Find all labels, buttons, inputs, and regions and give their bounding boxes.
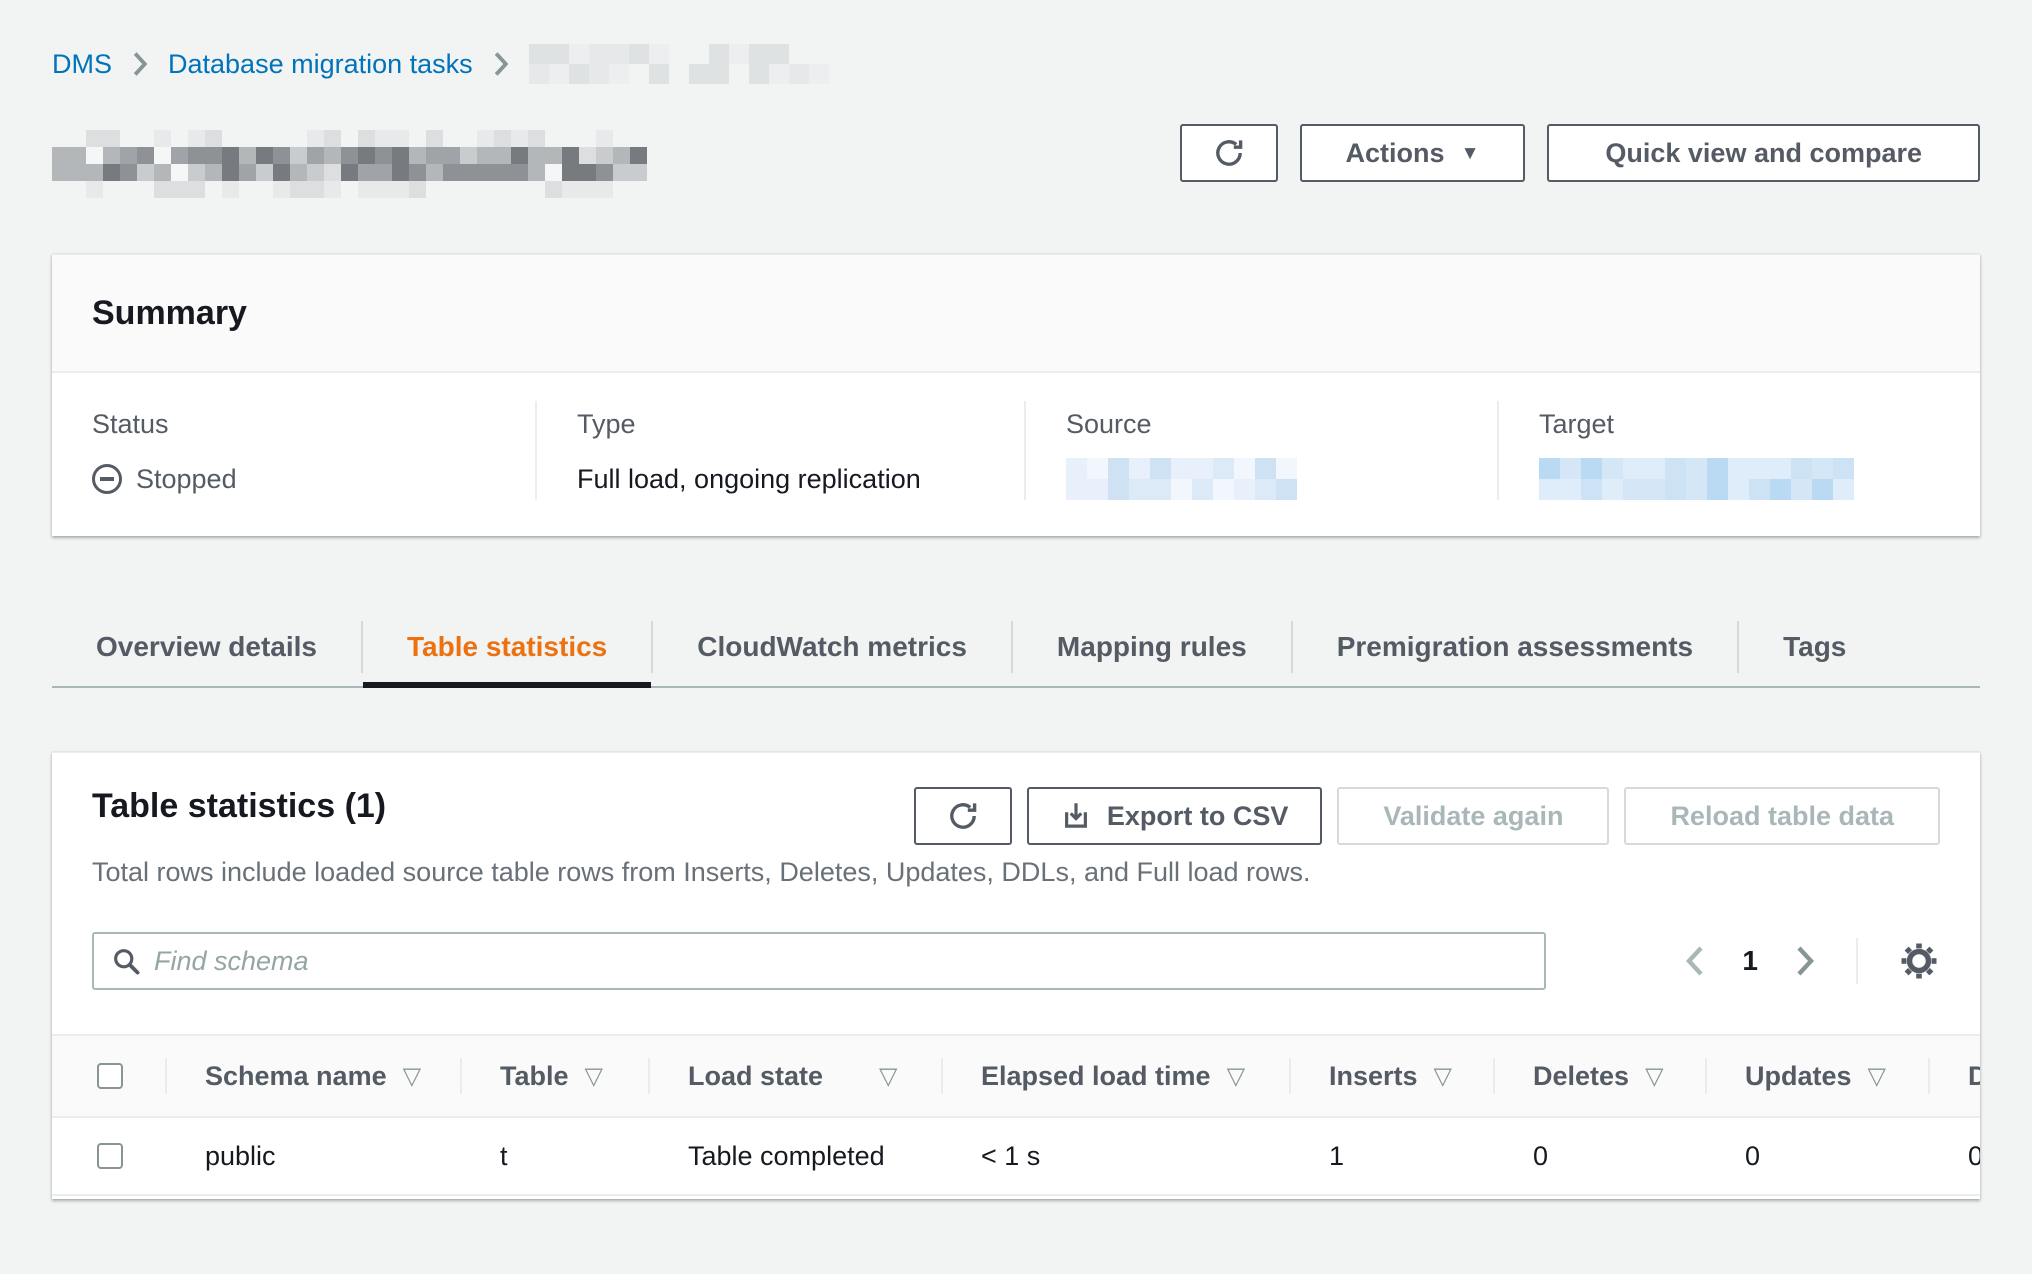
- type-label: Type: [577, 409, 1024, 440]
- refresh-button[interactable]: [1180, 124, 1278, 182]
- reload-table-data-button[interactable]: Reload table data: [1624, 787, 1940, 845]
- column-header-updates[interactable]: Updates ▽: [1705, 1034, 1928, 1118]
- breadcrumb-link-tasks[interactable]: Database migration tasks: [168, 49, 473, 80]
- gear-icon: [1898, 940, 1940, 982]
- sort-icon: ▽: [1645, 1062, 1663, 1091]
- validate-again-button[interactable]: Validate again: [1337, 787, 1609, 845]
- sort-icon: ▽: [1227, 1062, 1245, 1091]
- row-select-cell: [52, 1118, 165, 1196]
- header-actions: Actions ▼ Quick view and compare: [1180, 124, 1980, 182]
- refresh-icon: [947, 800, 979, 832]
- target-label: Target: [1539, 409, 1980, 440]
- sort-icon: ▽: [879, 1062, 897, 1091]
- source-label: Source: [1066, 409, 1497, 440]
- pagination: 1: [1684, 938, 1940, 984]
- summary-title: Summary: [92, 294, 247, 333]
- export-to-csv-label: Export to CSV: [1107, 801, 1289, 832]
- chevron-right-icon: [1794, 945, 1816, 977]
- cell-inserts: 1: [1289, 1118, 1493, 1196]
- table-tools-row: 1: [92, 932, 1940, 990]
- table-statistics-panel: Table statistics (1): [52, 752, 1980, 1199]
- quick-view-compare-label: Quick view and compare: [1605, 138, 1922, 169]
- status-badge: Stopped: [92, 464, 237, 495]
- next-page-button[interactable]: [1794, 945, 1816, 977]
- cell-deletes: 0: [1493, 1118, 1705, 1196]
- summary-col-target: Target: [1497, 401, 1980, 500]
- schema-search-box: [92, 932, 1546, 990]
- summary-col-type: Type Full load, ongoing replication: [535, 401, 1024, 500]
- summary-body: Status Stopped Type Full load, ongoing r…: [52, 373, 1980, 536]
- sort-icon: ▽: [403, 1062, 421, 1091]
- breadcrumb: DMS Database migration tasks: [0, 0, 2032, 84]
- download-icon: [1061, 801, 1091, 831]
- column-header-ddls[interactable]: DDLs ▽: [1928, 1034, 1980, 1118]
- column-header-schema-name[interactable]: Schema name ▽: [165, 1034, 460, 1118]
- breadcrumb-link-dms[interactable]: DMS: [52, 49, 112, 80]
- chevron-down-icon: ▼: [1461, 144, 1480, 163]
- summary-panel: Summary Status Stopped Type Full load, o…: [52, 254, 1980, 536]
- cell-elapsed-load-time: < 1 s: [941, 1118, 1289, 1196]
- cell-updates: 0: [1705, 1118, 1928, 1196]
- reload-table-data-label: Reload table data: [1670, 801, 1894, 832]
- page-title-redacted: [52, 130, 647, 198]
- actions-button-label: Actions: [1346, 138, 1445, 169]
- sort-icon: ▽: [1434, 1062, 1452, 1091]
- summary-panel-header: Summary: [52, 255, 1980, 373]
- search-icon: [112, 947, 140, 975]
- refresh-icon: [1213, 137, 1245, 169]
- table-statistics-description: Total rows include loaded source table r…: [92, 857, 1940, 888]
- status-value: Stopped: [136, 464, 237, 495]
- quick-view-compare-button[interactable]: Quick view and compare: [1547, 124, 1980, 182]
- cell-table: t: [460, 1118, 648, 1196]
- type-value: Full load, ongoing replication: [577, 458, 1024, 500]
- pagination-divider: [1856, 938, 1858, 984]
- search-input[interactable]: [154, 946, 1526, 977]
- source-link-redacted[interactable]: [1066, 458, 1297, 500]
- cell-ddls: 0: [1928, 1118, 1980, 1196]
- tab-table-statistics[interactable]: Table statistics: [363, 608, 651, 686]
- column-header-inserts[interactable]: Inserts ▽: [1289, 1034, 1493, 1118]
- table-refresh-button[interactable]: [914, 787, 1012, 845]
- target-link-redacted[interactable]: [1539, 458, 1854, 500]
- previous-page-button[interactable]: [1684, 945, 1706, 977]
- cell-schema-name: public: [165, 1118, 460, 1196]
- column-header-elapsed-load-time[interactable]: Elapsed load time ▽: [941, 1034, 1289, 1118]
- export-to-csv-button[interactable]: Export to CSV: [1027, 787, 1323, 845]
- table-preferences-button[interactable]: [1898, 940, 1940, 982]
- page-header: Actions ▼ Quick view and compare: [52, 124, 1980, 198]
- current-page-number: 1: [1742, 945, 1758, 977]
- breadcrumb-current-redacted: [529, 44, 829, 84]
- tab-tags[interactable]: Tags: [1739, 608, 1890, 686]
- status-label: Status: [92, 409, 535, 440]
- table-statistics-head: Table statistics (1): [52, 753, 1980, 990]
- chevron-left-icon: [1684, 945, 1706, 977]
- validate-again-label: Validate again: [1383, 801, 1563, 832]
- row-checkbox[interactable]: [97, 1143, 123, 1169]
- summary-col-status: Status Stopped: [52, 401, 535, 500]
- cell-load-state: Table completed: [648, 1118, 941, 1196]
- actions-button[interactable]: Actions ▼: [1300, 124, 1526, 182]
- sort-icon: ▽: [1868, 1062, 1886, 1091]
- table-statistics-table: Schema name ▽ Table ▽ Load state ▽ Elaps…: [52, 1034, 1980, 1196]
- sort-icon: ▽: [585, 1062, 603, 1091]
- column-header-table[interactable]: Table ▽: [460, 1034, 648, 1118]
- chevron-right-icon: [493, 51, 509, 77]
- chevron-right-icon: [132, 51, 148, 77]
- column-header-deletes[interactable]: Deletes ▽: [1493, 1034, 1705, 1118]
- summary-col-source: Source: [1024, 401, 1497, 500]
- tab-mapping-rules[interactable]: Mapping rules: [1013, 608, 1291, 686]
- tab-premigration-assessments[interactable]: Premigration assessments: [1293, 608, 1737, 686]
- table-statistics-title: Table statistics (1): [92, 787, 386, 826]
- select-all-checkbox[interactable]: [97, 1063, 123, 1089]
- tab-bar: Overview details Table statistics CloudW…: [52, 608, 1980, 688]
- tab-cloudwatch-metrics[interactable]: CloudWatch metrics: [653, 608, 1011, 686]
- table-statistics-buttons: Export to CSV Validate again Reload tabl…: [914, 787, 1940, 845]
- select-all-header-cell: [52, 1034, 165, 1118]
- stopped-status-icon: [92, 464, 122, 494]
- tab-overview-details[interactable]: Overview details: [52, 608, 361, 686]
- column-header-load-state[interactable]: Load state ▽: [648, 1034, 941, 1118]
